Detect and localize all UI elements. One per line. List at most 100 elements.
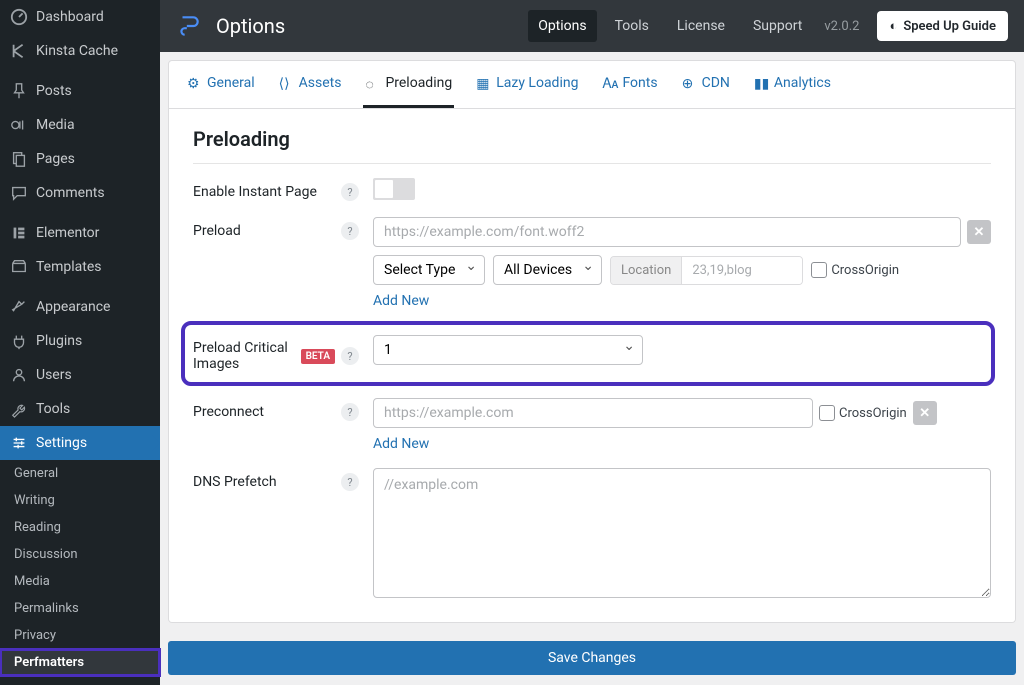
comments-icon (10, 184, 28, 202)
dns-prefetch-label: DNS Prefetch (193, 474, 277, 490)
tab-cdn[interactable]: ⊕CDN (680, 61, 732, 108)
settings-sub-perfmatters[interactable]: Perfmatters (0, 649, 160, 676)
preconnect-url-input[interactable] (373, 398, 813, 428)
preload-add-new-link[interactable]: Add New (373, 293, 429, 309)
sidebar-item-kinsta[interactable]: Kinsta Cache (0, 34, 160, 68)
critical-images-select[interactable]: 1 (373, 335, 643, 365)
tab-fonts[interactable]: 🗛Fonts (600, 61, 659, 108)
settings-sub-general[interactable]: General (0, 460, 160, 487)
remove-preconnect-button[interactable]: ✕ (913, 401, 937, 425)
media-icon (10, 116, 28, 134)
sidebar-item-dashboard[interactable]: Dashboard (0, 0, 160, 34)
image-icon: ▦ (476, 76, 490, 90)
preconnect-add-new-link[interactable]: Add New (373, 436, 429, 452)
users-icon (10, 366, 28, 384)
top-link-license[interactable]: License (667, 10, 735, 42)
sidebar-label: Settings (36, 435, 87, 451)
preloading-panel: Preloading Enable Instant Page? Preload?… (168, 109, 1016, 623)
top-link-tools[interactable]: Tools (605, 10, 659, 42)
sidebar-label: Dashboard (36, 9, 104, 25)
preload-url-input[interactable] (373, 217, 961, 247)
sidebar-label: Comments (36, 185, 105, 201)
pages-icon (10, 150, 28, 168)
plugin-title: Options (216, 14, 285, 38)
tab-general[interactable]: ⚙General (185, 61, 257, 108)
settings-sub-discussion[interactable]: Discussion (0, 541, 160, 568)
tab-assets[interactable]: ⟨⟩Assets (277, 61, 344, 108)
dashboard-icon (10, 8, 28, 26)
location-label: Location (611, 257, 682, 284)
top-link-options[interactable]: Options (528, 10, 596, 42)
font-icon: 🗛 (602, 76, 616, 90)
preload-device-select[interactable]: All Devices (493, 255, 602, 285)
help-icon[interactable]: ? (341, 403, 359, 421)
sidebar-label: Kinsta Cache (36, 43, 118, 59)
settings-sub-media[interactable]: Media (0, 568, 160, 595)
sidebar-item-media[interactable]: Media (0, 108, 160, 142)
settings-sub-writing[interactable]: Writing (0, 487, 160, 514)
help-icon[interactable]: ? (341, 222, 359, 240)
tab-preloading[interactable]: ◌Preloading (363, 61, 454, 108)
instant-page-label: Enable Instant Page (193, 184, 317, 200)
options-tabs: ⚙General ⟨⟩Assets ◌Preloading ▦Lazy Load… (168, 60, 1016, 109)
sidebar-item-pages[interactable]: Pages (0, 142, 160, 176)
sidebar-label: Media (36, 117, 75, 133)
row-dns-prefetch: DNS Prefetch? (193, 468, 991, 602)
sidebar-item-plugins[interactable]: Plugins (0, 324, 160, 358)
sidebar-item-posts[interactable]: Posts (0, 74, 160, 108)
sidebar-item-comments[interactable]: Comments (0, 176, 160, 210)
help-icon[interactable]: ? (341, 347, 359, 365)
settings-sub-privacy[interactable]: Privacy (0, 622, 160, 649)
tools-icon (10, 400, 28, 418)
sidebar-item-users[interactable]: Users (0, 358, 160, 392)
sidebar-label: Elementor (36, 225, 99, 241)
sidebar-item-settings[interactable]: Settings (0, 426, 160, 460)
location-input[interactable] (682, 257, 802, 284)
pin-icon (10, 82, 28, 100)
critical-images-label: Preload Critical Images (193, 340, 295, 372)
speed-up-guide-button[interactable]: ◐Speed Up Guide (877, 11, 1008, 41)
preload-label: Preload (193, 223, 241, 239)
remove-preload-button[interactable]: ✕ (967, 220, 991, 244)
sidebar-label: Plugins (36, 333, 82, 349)
beta-badge: BETA (301, 349, 335, 364)
sidebar-item-elementor[interactable]: Elementor (0, 216, 160, 250)
help-icon[interactable]: ? (341, 473, 359, 491)
tab-analytics[interactable]: ▮▮Analytics (752, 61, 833, 108)
crossorigin-label: CrossOrigin (839, 406, 907, 421)
settings-sub-permalinks[interactable]: Permalinks (0, 595, 160, 622)
plugin-topbar: Options Options Tools License Support v2… (160, 0, 1024, 52)
tab-lazy-loading[interactable]: ▦Lazy Loading (474, 61, 580, 108)
sidebar-item-appearance[interactable]: Appearance (0, 290, 160, 324)
sidebar-label: Tools (36, 401, 70, 417)
sidebar-label: Appearance (36, 299, 110, 315)
help-icon[interactable]: ? (341, 183, 359, 201)
preconnect-crossorigin-checkbox[interactable] (819, 405, 835, 421)
sidebar-label: Users (36, 367, 72, 383)
row-preload-critical-images: Preload Critical Images BETA ? 1 (185, 325, 991, 382)
admin-sidebar: Dashboard Kinsta Cache Posts Media Pages… (0, 0, 160, 685)
code-icon: ⟨⟩ (279, 76, 293, 90)
preload-type-select[interactable]: Select Type (373, 255, 485, 285)
chart-icon: ▮▮ (754, 76, 768, 90)
plugins-icon (10, 332, 28, 350)
sidebar-label: Templates (36, 259, 102, 275)
dns-prefetch-textarea[interactable] (373, 468, 991, 598)
kinsta-icon (10, 42, 28, 60)
instant-page-toggle[interactable] (373, 178, 415, 200)
gear-icon: ⚙ (187, 76, 201, 90)
sidebar-item-tools[interactable]: Tools (0, 392, 160, 426)
globe-icon: ⊕ (682, 76, 696, 90)
row-preconnect: Preconnect? CrossOrigin ✕ Add New (193, 398, 991, 452)
sidebar-item-templates[interactable]: Templates (0, 250, 160, 284)
settings-sub-reading[interactable]: Reading (0, 514, 160, 541)
appearance-icon (10, 298, 28, 316)
save-changes-button[interactable]: Save Changes (168, 641, 1016, 675)
settings-icon (10, 434, 28, 452)
row-instant-page: Enable Instant Page? (193, 178, 991, 201)
gauge-icon: ◐ (889, 18, 897, 34)
top-link-support[interactable]: Support (743, 10, 812, 42)
crossorigin-checkbox[interactable] (811, 262, 827, 278)
sidebar-label: Posts (36, 83, 72, 99)
preload-location-field: Location (610, 256, 803, 285)
